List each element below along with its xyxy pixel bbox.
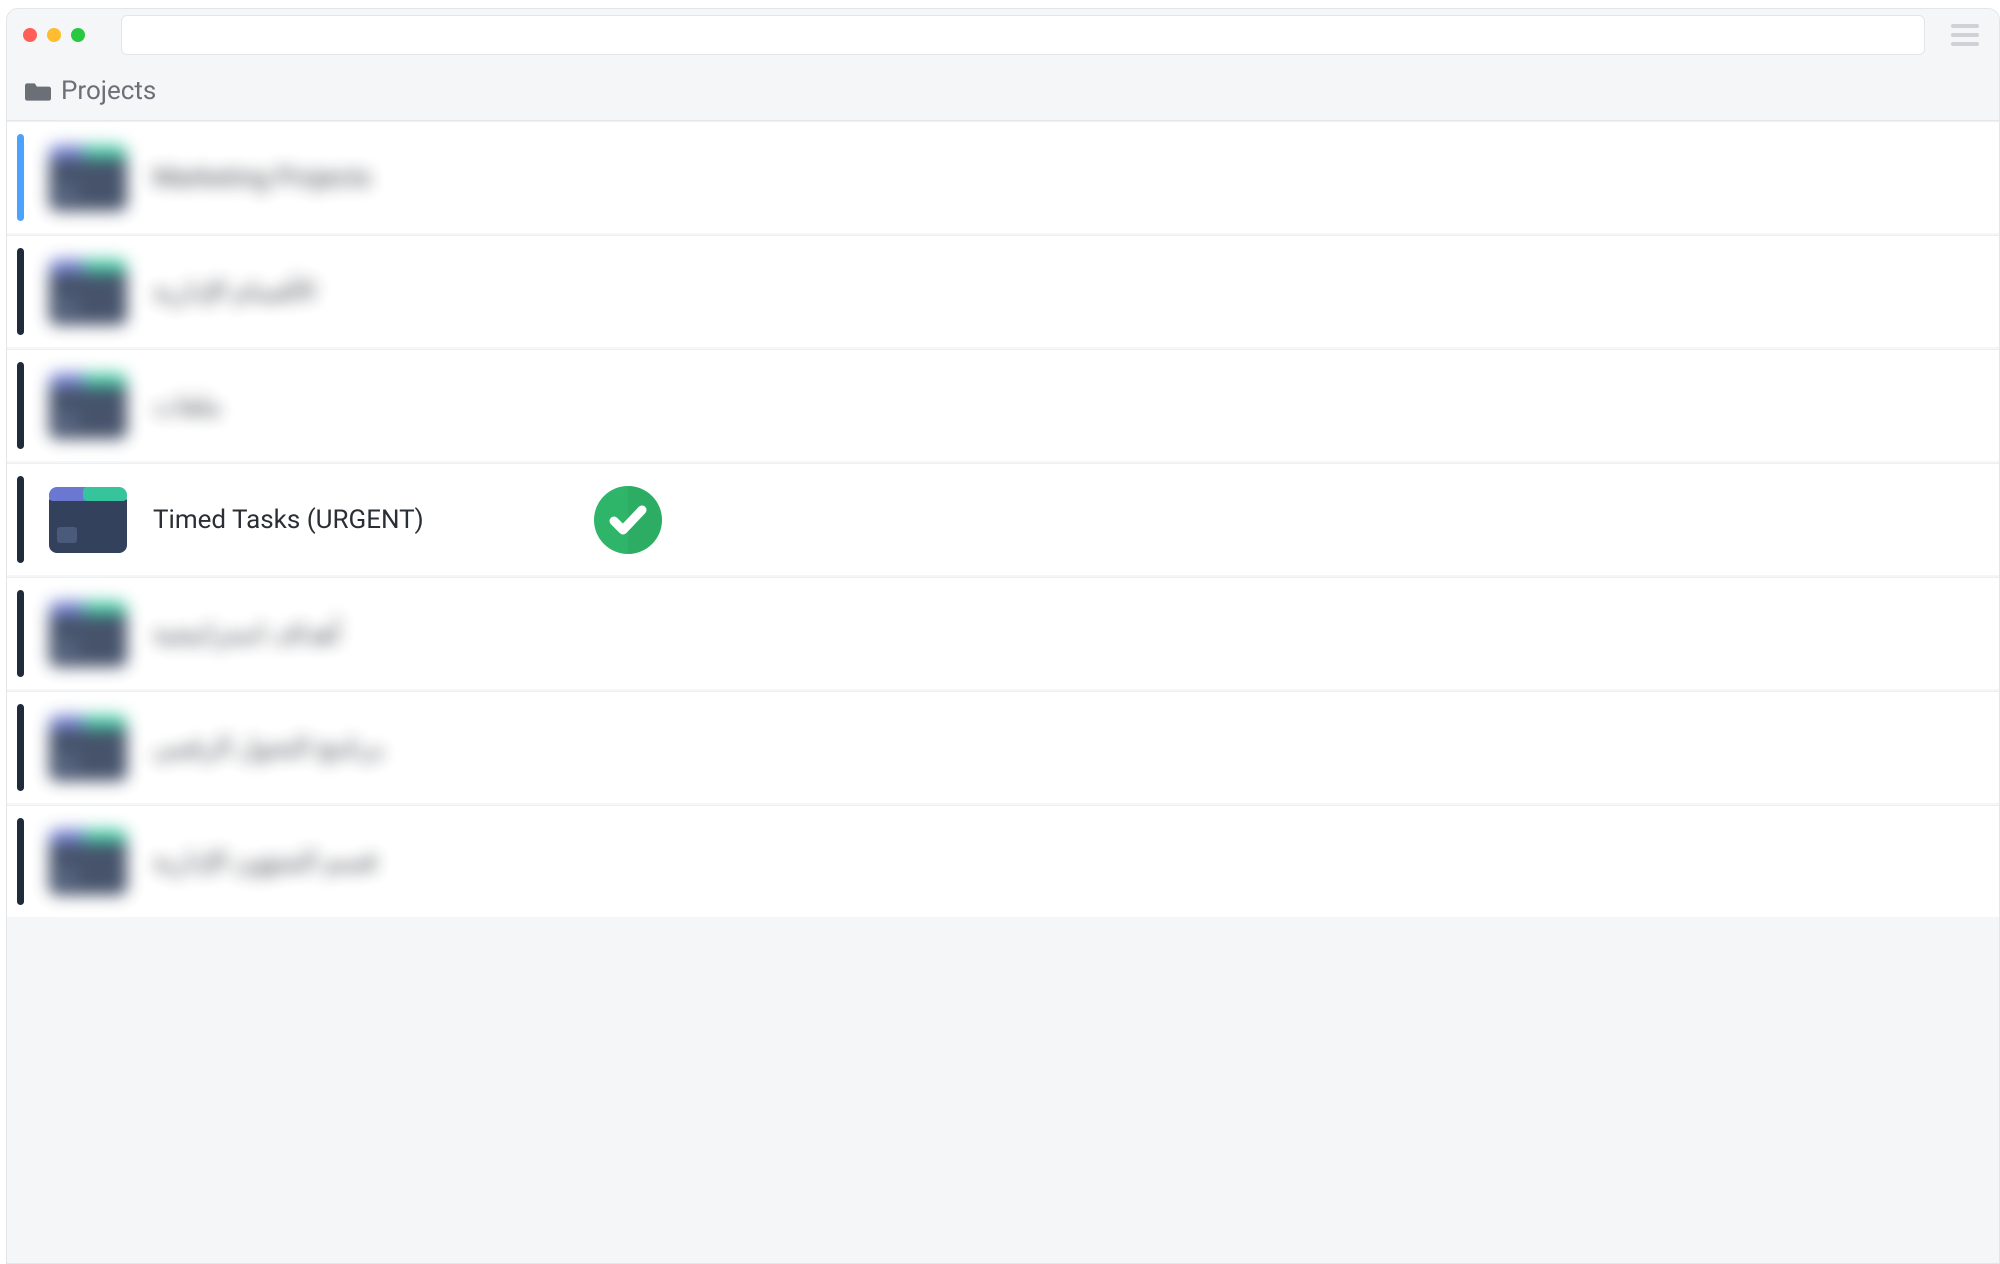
project-title: برنامج التحول الرقمي <box>153 733 384 763</box>
row-accent-bar <box>17 362 24 449</box>
row-accent-bar <box>17 590 24 677</box>
project-row[interactable]: قسم الشؤون الإدارية <box>7 805 1999 917</box>
project-row[interactable]: أهداف استراتيجية <box>7 577 1999 689</box>
project-title: الأقسام الإدارية <box>153 277 316 307</box>
address-bar[interactable] <box>121 15 1925 55</box>
project-title: Timed Tasks (URGENT) <box>153 505 424 535</box>
menu-icon[interactable] <box>1951 24 1979 46</box>
row-accent-bar <box>17 476 24 563</box>
window-controls <box>23 28 85 42</box>
row-accent-bar <box>17 818 24 905</box>
project-row[interactable]: ملفات <box>7 349 1999 461</box>
row-accent-bar <box>17 248 24 335</box>
row-accent-bar <box>17 134 24 221</box>
project-folder-icon <box>49 259 127 325</box>
project-title: قسم الشؤون الإدارية <box>153 847 377 877</box>
window-zoom-button[interactable] <box>71 28 85 42</box>
project-folder-icon <box>49 601 127 667</box>
project-list: Marketing Projects الأقسام الإدارية ملفا… <box>7 121 1999 917</box>
breadcrumb: Projects <box>7 61 1999 121</box>
project-folder-icon <box>49 829 127 895</box>
row-accent-bar <box>17 704 24 791</box>
window-minimize-button[interactable] <box>47 28 61 42</box>
project-row[interactable]: Marketing Projects <box>7 121 1999 233</box>
project-title: Marketing Projects <box>153 163 371 193</box>
project-folder-icon <box>49 373 127 439</box>
project-folder-icon <box>49 487 127 553</box>
project-row[interactable]: الأقسام الإدارية <box>7 235 1999 347</box>
window-close-button[interactable] <box>23 28 37 42</box>
project-title: ملفات <box>153 391 221 421</box>
project-folder-icon <box>49 715 127 781</box>
project-folder-icon <box>49 145 127 211</box>
titlebar <box>7 9 1999 61</box>
folder-icon <box>25 80 51 102</box>
check-icon <box>594 486 662 554</box>
app-window: Projects Marketing Projects الأقسام الإد… <box>6 8 2000 1264</box>
project-row[interactable]: برنامج التحول الرقمي <box>7 691 1999 803</box>
project-row[interactable]: Timed Tasks (URGENT) <box>7 463 1999 575</box>
project-title: أهداف استراتيجية <box>153 619 340 649</box>
breadcrumb-title: Projects <box>61 76 156 106</box>
